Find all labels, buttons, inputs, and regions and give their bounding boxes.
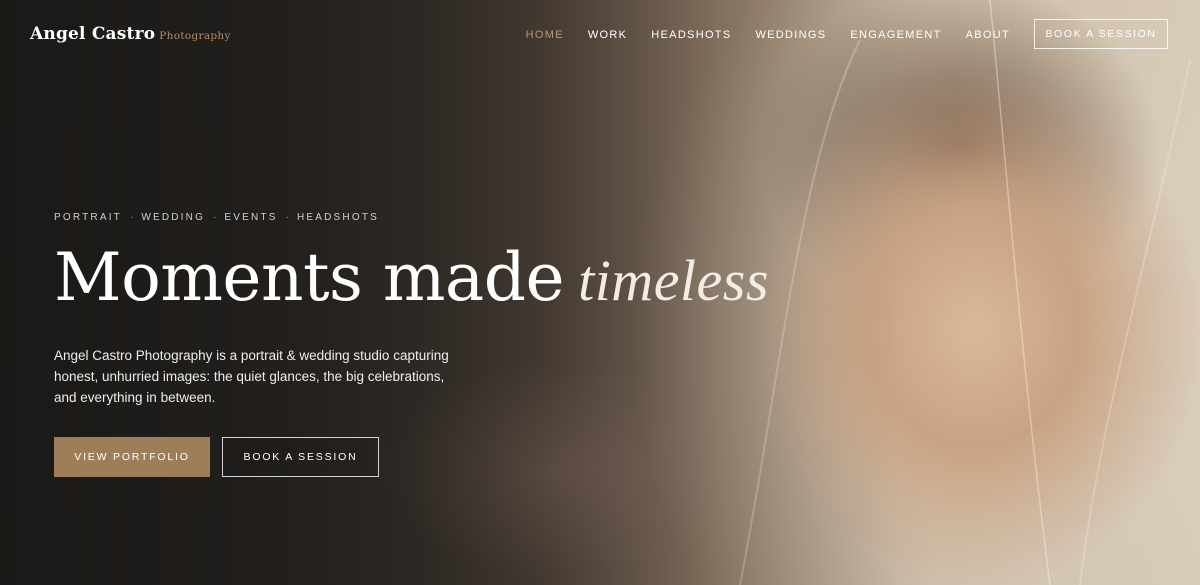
headline-accent: timeless bbox=[578, 248, 769, 313]
eyebrow-wedding: WEDDING bbox=[141, 212, 206, 223]
eyebrow-events: EVENTS bbox=[224, 212, 278, 223]
site-logo[interactable]: Angel Castro Photography bbox=[30, 24, 231, 44]
nav-item-home[interactable]: HOME bbox=[526, 29, 564, 41]
logo-name: Angel Castro bbox=[30, 24, 156, 44]
nav-item-about[interactable]: ABOUT bbox=[966, 29, 1010, 41]
services-eyebrow: PORTRAIT · WEDDING · EVENTS · HEADSHOTS bbox=[54, 212, 379, 223]
eyebrow-separator: · bbox=[213, 212, 217, 223]
main-nav: HOME WORK HEADSHOTS WEDDINGS ENGAGEMENT … bbox=[526, 29, 1010, 41]
nav-item-work[interactable]: WORK bbox=[588, 29, 627, 41]
hero-headline: Moments made timeless bbox=[54, 238, 769, 317]
view-portfolio-button[interactable]: VIEW PORTFOLIO bbox=[54, 437, 210, 477]
logo-subtitle: Photography bbox=[159, 30, 231, 42]
book-session-button[interactable]: BOOK A SESSION bbox=[222, 437, 379, 477]
nav-item-engagement[interactable]: ENGAGEMENT bbox=[850, 29, 941, 41]
eyebrow-portrait: PORTRAIT bbox=[54, 212, 122, 223]
nav-item-headshots[interactable]: HEADSHOTS bbox=[651, 29, 731, 41]
hero-description: Angel Castro Photography is a portrait &… bbox=[54, 348, 449, 405]
book-session-nav-button[interactable]: BOOK A SESSION bbox=[1034, 19, 1168, 49]
headline-main: Moments made bbox=[54, 239, 565, 316]
hero-section: Angel Castro Photography HOME WORK HEADSH… bbox=[0, 0, 1200, 585]
eyebrow-separator: · bbox=[129, 212, 134, 223]
eyebrow-separator: · bbox=[285, 212, 289, 223]
nav-item-weddings[interactable]: WEDDINGS bbox=[755, 29, 826, 41]
eyebrow-headshots: HEADSHOTS bbox=[296, 212, 380, 223]
